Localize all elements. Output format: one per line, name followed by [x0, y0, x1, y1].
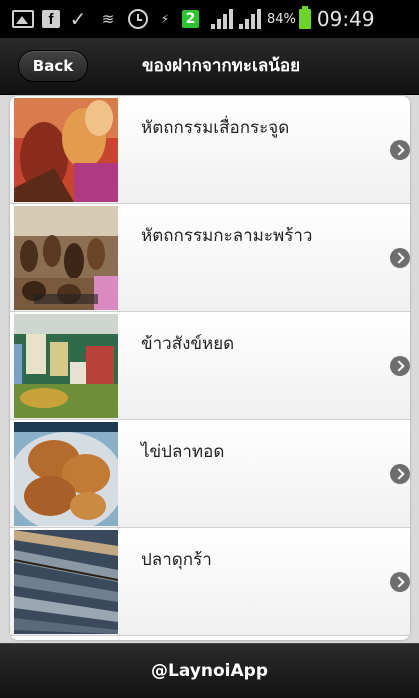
- list-item[interactable]: หัตถกรรมกะลามะพร้าว: [10, 204, 410, 312]
- charging-icon: ⚡: [160, 12, 170, 26]
- chevron-right-icon[interactable]: [390, 464, 410, 484]
- item-label: ปลาดุกร้า: [141, 550, 212, 570]
- gallery-icon: [12, 10, 34, 28]
- thumbnail-image: [14, 206, 118, 310]
- item-label: ไข่ปลาทอด: [141, 442, 225, 462]
- page-title: ของฝากจากทะเลน้อย: [141, 56, 301, 76]
- header-bar: Back ของฝากจากทะเลน้อย: [0, 38, 419, 95]
- facebook-icon: f: [42, 10, 60, 28]
- thumbnail-image: [14, 530, 118, 634]
- check-icon: ✓: [69, 7, 87, 31]
- thumbnail-image: [14, 98, 118, 202]
- item-label: ข้าวสังข์หยด: [141, 334, 235, 354]
- thumbnail-image: [14, 422, 118, 526]
- chevron-right-icon[interactable]: [390, 248, 410, 268]
- chevron-right-icon[interactable]: [390, 140, 410, 160]
- battery-icon: [298, 6, 311, 29]
- clock: 09:49: [316, 7, 375, 31]
- signal-icon: [211, 9, 235, 29]
- alarm-icon: [128, 9, 148, 29]
- list-item[interactable]: ไข่ปลาทอด: [10, 420, 410, 528]
- list-item[interactable]: หัตถกรรมเสื่อกระจูด: [10, 96, 410, 204]
- notification-badge: 2: [182, 10, 199, 28]
- chevron-right-icon[interactable]: [390, 356, 410, 376]
- signal-icon: [239, 9, 263, 29]
- battery-percent: 84%: [267, 11, 296, 27]
- item-label: หัตถกรรมกะลามะพร้าว: [141, 226, 313, 246]
- list-item[interactable]: ข้าวสังข์หยด: [10, 312, 410, 420]
- item-label: หัตถกรรมเสื่อกระจูด: [141, 118, 290, 138]
- thumbnail-image: [14, 314, 118, 418]
- item-list: หัตถกรรมเสื่อกระจูด หัตถกรรมกะลามะพร้าว: [10, 96, 410, 640]
- footer-bar: @LaynoiApp: [0, 643, 419, 698]
- list-item[interactable]: ปลาดุกร้า: [10, 528, 410, 636]
- chevron-right-icon[interactable]: [390, 572, 410, 592]
- wifi-icon: ≋: [101, 10, 115, 28]
- status-bar: f ✓ ≋ ⚡ 2 84% 09:49: [0, 0, 419, 38]
- back-button[interactable]: Back: [18, 50, 88, 82]
